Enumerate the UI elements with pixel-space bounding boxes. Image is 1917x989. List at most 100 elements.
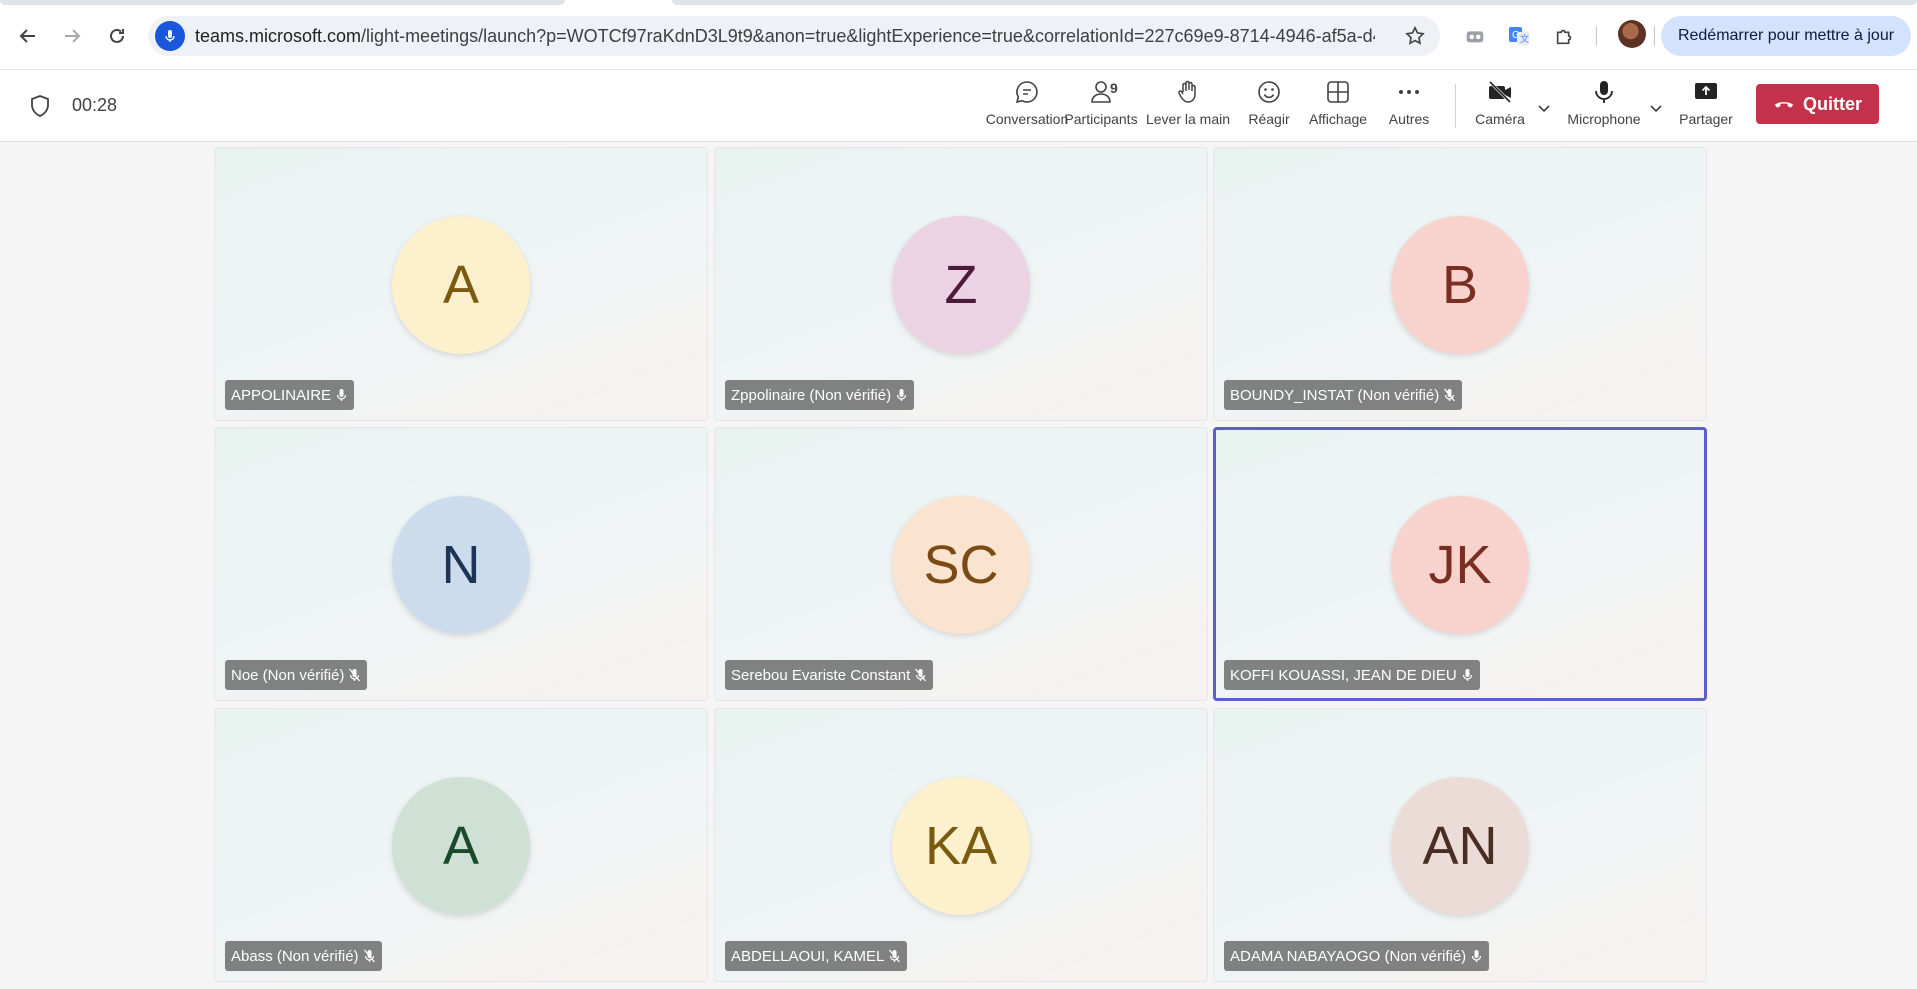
participant-name-tag: KOFFI KOUASSI, JEAN DE DIEU — [1224, 660, 1480, 690]
chevron-down-icon[interactable] — [1648, 100, 1664, 116]
microphone-off-icon — [349, 668, 361, 682]
translate-icon[interactable]: G文 — [1505, 22, 1533, 50]
raise-hand-label: Lever la main — [1145, 111, 1231, 127]
participant-tile[interactable]: A APPOLINAIRE — [214, 147, 708, 421]
leave-meeting-button[interactable]: Quitter — [1756, 84, 1879, 124]
participant-name-tag: APPOLINAIRE — [225, 380, 355, 410]
bookmark-star-icon[interactable] — [1404, 25, 1426, 47]
participant-tile[interactable]: AN ADAMA NABAYAOGO (Non vérifié) — [1213, 708, 1707, 982]
participants-grid: A APPOLINAIRE Z Zppolinaire (Non vérifié… — [0, 143, 1917, 989]
chevron-down-icon[interactable] — [1536, 100, 1552, 116]
participant-name: APPOLINAIRE — [231, 386, 332, 404]
address-bar[interactable]: teams.microsoft.com/light-meetings/launc… — [148, 16, 1440, 56]
meeting-toolbar: 00:28 Conversation 9 Participants Lever … — [0, 70, 1917, 142]
avatar: A — [392, 777, 530, 915]
hang-up-icon — [1774, 102, 1794, 108]
participant-tile[interactable]: N Noe (Non vérifié) — [214, 427, 708, 701]
more-dots-icon — [1399, 90, 1419, 94]
share-button[interactable]: Partager — [1678, 78, 1734, 138]
participant-name-tag: ABDELLAOUI, KAMEL — [725, 941, 908, 971]
microphone-off-icon — [915, 668, 927, 682]
profile-avatar[interactable] — [1618, 20, 1646, 48]
more-button[interactable]: Autres — [1384, 78, 1434, 138]
microphone-in-use-icon[interactable] — [155, 21, 185, 51]
microphone-label: Microphone — [1567, 111, 1641, 127]
participant-name: Abass (Non vérifié) — [231, 947, 359, 965]
participant-name-tag: BOUNDY_INSTAT (Non vérifié) — [1224, 380, 1463, 410]
participants-button[interactable]: 9 Participants — [1064, 78, 1138, 138]
avatar: KA — [892, 777, 1030, 915]
avatar: B — [1391, 216, 1529, 354]
participant-name: ABDELLAOUI, KAMEL — [731, 947, 885, 965]
participant-tile[interactable]: A Abass (Non vérifié) — [214, 708, 708, 982]
forward-button[interactable] — [54, 18, 90, 54]
avatar: N — [392, 496, 530, 634]
participant-name-tag: ADAMA NABAYAOGO (Non vérifié) — [1224, 941, 1490, 971]
raise-hand-button[interactable]: Lever la main — [1146, 78, 1230, 138]
toolbar-separator — [1596, 26, 1597, 46]
reload-button[interactable] — [99, 18, 135, 54]
participant-name-tag: Noe (Non vérifié) — [225, 660, 368, 690]
more-label: Autres — [1388, 111, 1430, 127]
microphone-on-icon — [1462, 669, 1472, 681]
participants-label: Participants — [1064, 111, 1138, 127]
participant-name-tag: Abass (Non vérifié) — [225, 941, 382, 971]
tab-strip-edge — [672, 0, 1917, 5]
participant-tile[interactable]: Z Zppolinaire (Non vérifié) — [714, 147, 1208, 421]
browser-toolbar: teams.microsoft.com/light-meetings/launc… — [0, 0, 1917, 70]
avatar: AN — [1391, 777, 1529, 915]
participant-name: Serebou Evariste Constant — [731, 666, 911, 684]
extension-icon[interactable] — [1461, 22, 1489, 50]
participant-name-tag: Serebou Evariste Constant — [725, 660, 934, 690]
share-label: Partager — [1679, 111, 1733, 127]
participant-name: KOFFI KOUASSI, JEAN DE DIEU — [1230, 666, 1457, 684]
participant-name: ADAMA NABAYAOGO (Non vérifié) — [1230, 947, 1467, 965]
participant-tile-active-speaker[interactable]: JK KOFFI KOUASSI, JEAN DE DIEU — [1213, 427, 1707, 701]
smiley-icon — [1258, 81, 1280, 103]
leave-label: Quitter — [1802, 93, 1862, 114]
toolbar-separator — [1654, 26, 1655, 46]
back-button[interactable] — [10, 18, 46, 54]
avatar: Z — [892, 216, 1030, 354]
chat-icon — [1015, 81, 1038, 104]
share-screen-icon — [1695, 83, 1717, 99]
tab-strip-edge — [0, 0, 565, 5]
avatar: A — [392, 216, 530, 354]
react-button[interactable]: Réagir — [1244, 78, 1294, 138]
camera-button[interactable]: Caméra — [1472, 78, 1528, 138]
microphone-off-icon — [363, 949, 375, 963]
camera-off-icon — [1488, 80, 1512, 104]
microphone-on-icon — [1472, 950, 1482, 962]
microphone-on-icon — [336, 389, 347, 401]
view-button[interactable]: Affichage — [1306, 78, 1370, 138]
svg-text:文: 文 — [1520, 33, 1529, 44]
react-label: Réagir — [1248, 111, 1290, 127]
toolbar-divider — [1455, 84, 1456, 128]
avatar: JK — [1391, 496, 1529, 634]
puzzle-extensions-icon[interactable] — [1551, 22, 1579, 50]
participants-count: 9 — [1110, 80, 1118, 96]
microphone-off-icon — [889, 949, 901, 963]
microphone-icon — [1595, 81, 1613, 103]
participant-name: Zppolinaire (Non vérifié) — [731, 386, 892, 404]
avatar: SC — [892, 496, 1030, 634]
participant-name-tag: Zppolinaire (Non vérifié) — [725, 380, 915, 410]
participant-tile[interactable]: B BOUNDY_INSTAT (Non vérifié) — [1213, 147, 1707, 421]
conversation-label: Conversation — [985, 111, 1069, 127]
participant-name: BOUNDY_INSTAT (Non vérifié) — [1230, 386, 1440, 404]
camera-label: Caméra — [1475, 111, 1525, 127]
microphone-button[interactable]: Microphone — [1564, 78, 1644, 138]
url-text[interactable]: teams.microsoft.com/light-meetings/launc… — [195, 26, 1375, 47]
participant-name: Noe (Non vérifié) — [231, 666, 345, 684]
reload-icon — [110, 28, 124, 43]
update-button[interactable]: Redémarrer pour mettre à jour — [1661, 16, 1911, 56]
meeting-timer: 00:28 — [72, 95, 118, 115]
grid-view-icon — [1327, 81, 1349, 103]
participant-tile[interactable]: SC Serebou Evariste Constant — [714, 427, 1208, 701]
microphone-off-icon — [1444, 388, 1456, 402]
hand-icon — [1178, 80, 1196, 103]
microphone-on-icon — [896, 389, 907, 401]
participant-tile[interactable]: KA ABDELLAOUI, KAMEL — [714, 708, 1208, 982]
view-label: Affichage — [1308, 111, 1368, 127]
arrow-right-icon — [65, 29, 81, 43]
